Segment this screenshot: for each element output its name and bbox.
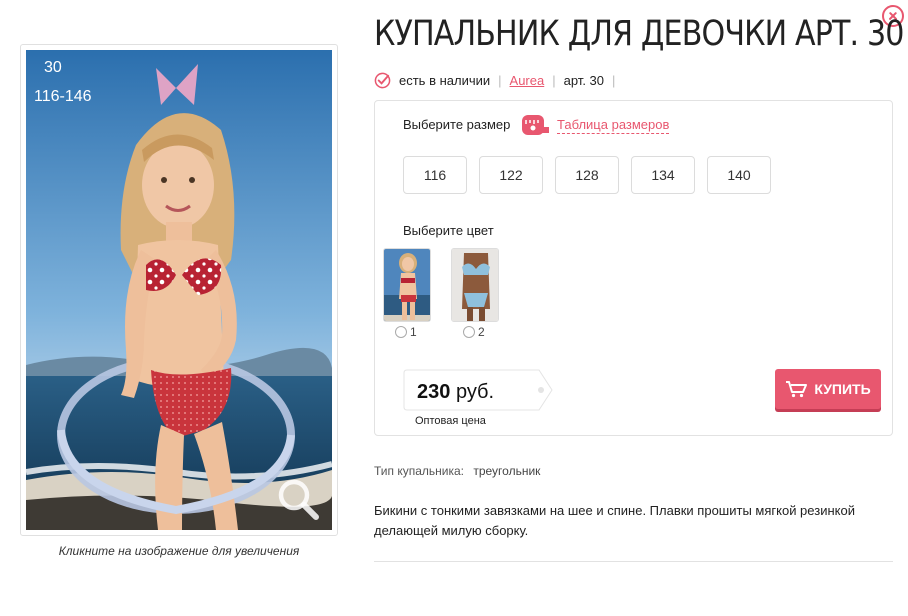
color-label: Выберите цвет xyxy=(403,223,494,238)
swatch-2-thumbnail xyxy=(452,249,498,321)
color-swatch-1[interactable] xyxy=(383,248,431,322)
check-circle-icon xyxy=(374,72,391,89)
size-table-link[interactable]: Таблица размеров xyxy=(519,113,670,137)
size-option-122[interactable]: 122 xyxy=(479,156,543,194)
availability-status: есть в наличии xyxy=(399,73,491,88)
spec-key: Тип купальника: xyxy=(374,464,464,478)
brand-link[interactable]: Aurea xyxy=(510,73,545,88)
price-caption: Оптовая цена xyxy=(415,415,486,427)
price-amount: 230 xyxy=(417,381,451,403)
color-radio-1[interactable]: 1 xyxy=(395,325,417,339)
article-number: арт. 30 xyxy=(563,73,604,88)
size-table-label: Таблица размеров xyxy=(557,116,670,134)
color-swatch-2[interactable] xyxy=(451,248,499,322)
radio-circle xyxy=(395,326,407,338)
measuring-tape-icon xyxy=(522,115,549,135)
size-label: Выберите размер xyxy=(403,117,511,132)
page-title: КУПАЛЬНИК ДЛЯ ДЕВОЧКИ АРТ. 30 xyxy=(374,14,904,54)
size-option-128[interactable]: 128 xyxy=(555,156,619,194)
spec-value: треугольник xyxy=(473,464,541,478)
product-photo-illustration xyxy=(26,50,332,530)
size-option-140[interactable]: 140 xyxy=(707,156,771,194)
cart-icon xyxy=(786,381,808,398)
divider xyxy=(374,561,893,562)
color-radio-label: 2 xyxy=(478,325,485,339)
size-option-134[interactable]: 134 xyxy=(631,156,695,194)
meta-separator: | xyxy=(498,73,502,88)
product-meta: есть в наличии | Aurea | арт. 30 | xyxy=(374,72,623,89)
product-image-frame: 30 116-146 xyxy=(20,44,338,536)
photo-article-overlay: 30 xyxy=(44,59,62,76)
swatch-1-thumbnail xyxy=(384,249,430,321)
price-value: 230 руб. xyxy=(417,381,494,404)
product-photo[interactable]: 30 116-146 xyxy=(26,50,332,530)
purchase-options-panel: Выберите размер Таблица размеров 116 122… xyxy=(374,100,893,436)
size-option-116[interactable]: 116 xyxy=(403,156,467,194)
buy-button-label: КУПИТЬ xyxy=(814,381,871,397)
color-radio-label: 1 xyxy=(410,325,417,339)
meta-separator: | xyxy=(552,73,556,88)
price-currency: руб. xyxy=(455,381,495,403)
spec-row: Тип купальника: треугольник xyxy=(374,464,540,478)
image-caption: Кликните на изображение для увеличения xyxy=(58,544,300,558)
meta-separator: | xyxy=(612,73,616,88)
buy-button[interactable]: КУПИТЬ xyxy=(775,369,881,409)
photo-size-range-overlay: 116-146 xyxy=(34,88,92,105)
magnifier-icon[interactable] xyxy=(274,475,322,523)
radio-circle xyxy=(463,326,475,338)
color-radio-2[interactable]: 2 xyxy=(463,325,485,339)
product-description: Бикини с тонкими завязками на шее и спин… xyxy=(374,503,855,538)
